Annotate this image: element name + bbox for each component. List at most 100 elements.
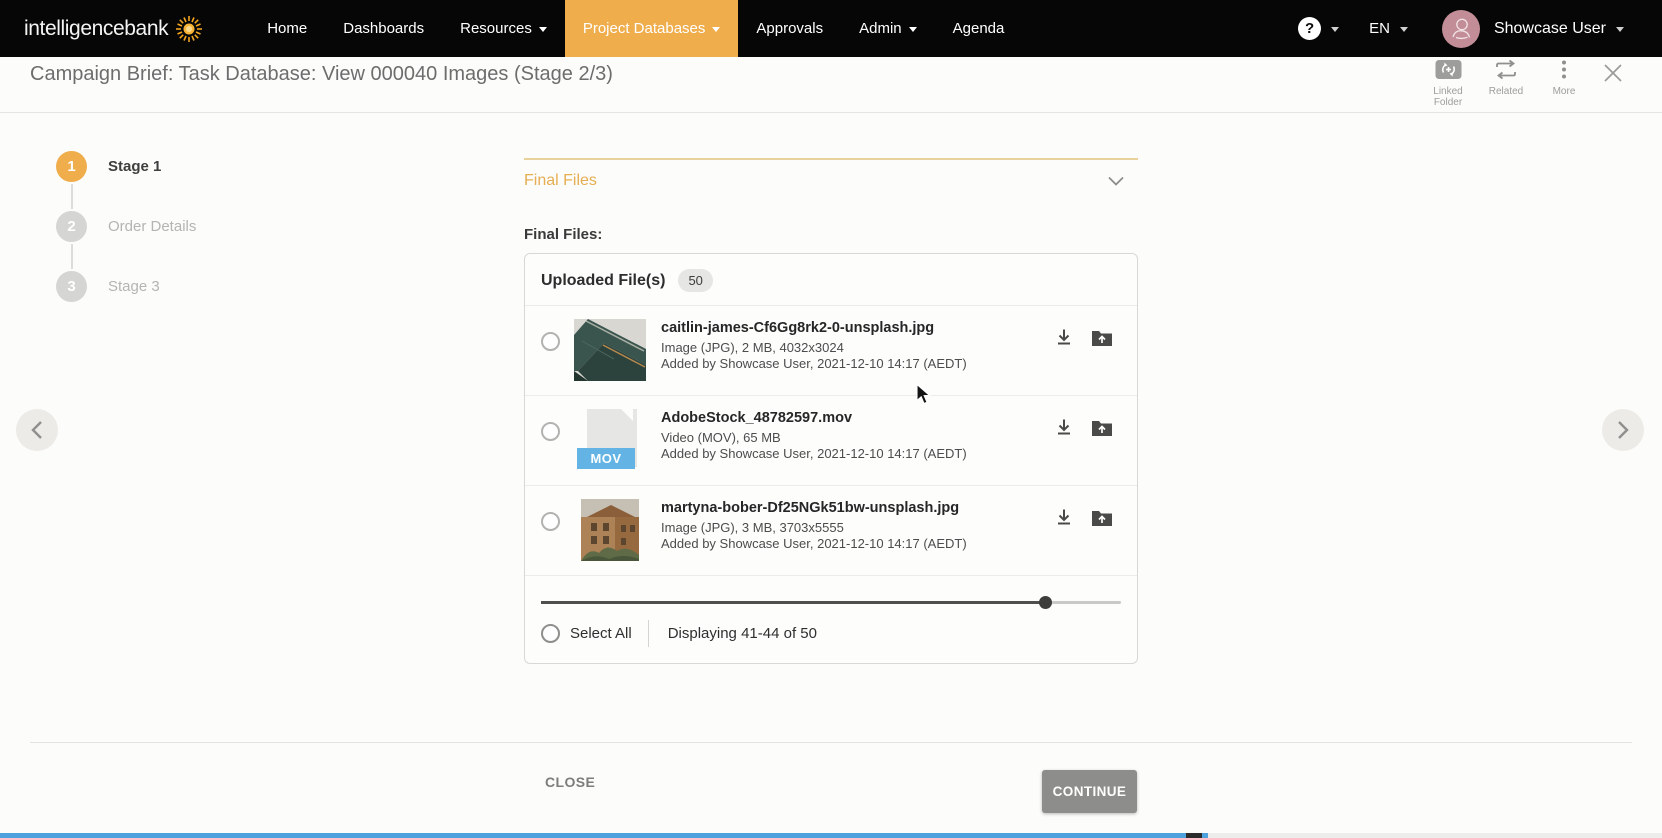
user-menu[interactable]: Showcase User <box>1494 20 1606 38</box>
nav-item-label: Resources <box>460 20 532 37</box>
nav-item-label: Home <box>267 20 307 37</box>
file-thumbnail[interactable] <box>574 499 646 561</box>
navbar-right-cluster: ? EN Showcase User <box>1298 10 1636 48</box>
user-chevron-down-icon[interactable] <box>1616 27 1624 32</box>
continue-button[interactable]: CONTINUE <box>1042 770 1137 813</box>
file-select-checkbox[interactable] <box>541 422 560 441</box>
file-info: AdobeStock_48782597.mov Video (MOV), 65 … <box>661 409 1054 461</box>
close-button[interactable]: CLOSE <box>545 774 595 790</box>
previous-record-button[interactable] <box>16 409 58 451</box>
uploaded-files-footer: Select All Displaying 41-44 of 50 <box>525 610 1137 663</box>
file-added-by: Added by Showcase User, 2021-12-10 14:17… <box>661 446 1054 462</box>
file-name: AdobeStock_48782597.mov <box>661 410 1054 426</box>
file-actions <box>1054 507 1121 527</box>
header-divider <box>0 112 1662 113</box>
step-label: Stage 3 <box>108 278 160 295</box>
bottom-blue-bar <box>0 833 1208 838</box>
form-content: Final Files Final Files: Uploaded File(s… <box>524 150 1138 664</box>
next-record-button[interactable] <box>1602 409 1644 451</box>
language-chevron-down-icon[interactable] <box>1400 27 1408 32</box>
step-connector <box>71 184 73 209</box>
stepper-step-2[interactable]: 2 Order Details <box>56 211 196 242</box>
stepper-step-3[interactable]: 3 Stage 3 <box>56 271 196 302</box>
stepper-step-1[interactable]: 1 Stage 1 <box>56 151 196 182</box>
add-to-folder-button[interactable] <box>1091 327 1113 347</box>
step-number-badge: 1 <box>56 151 87 182</box>
file-select-checkbox[interactable] <box>541 512 560 531</box>
nav-item-resources[interactable]: Resources <box>442 0 565 57</box>
nav-item-label: Dashboards <box>343 20 424 37</box>
chevron-down-icon <box>909 27 917 32</box>
pagination-slider[interactable] <box>541 601 1121 604</box>
file-added-by: Added by Showcase User, 2021-12-10 14:17… <box>661 356 1054 372</box>
download-button[interactable] <box>1054 507 1074 527</box>
section-collapse-chevron-down-icon[interactable] <box>1108 176 1124 186</box>
select-all-control[interactable]: Select All <box>541 624 632 643</box>
nav-item-project-databases[interactable]: Project Databases <box>565 0 739 57</box>
action-label: Linked Folder <box>1422 86 1474 108</box>
file-added-by: Added by Showcase User, 2021-12-10 14:17… <box>661 536 1054 552</box>
add-to-folder-button[interactable] <box>1091 417 1113 437</box>
nav-item-agenda[interactable]: Agenda <box>935 0 1023 57</box>
add-to-folder-button[interactable] <box>1091 507 1113 527</box>
logo-text: intelligencebank <box>24 17 168 41</box>
select-all-checkbox <box>541 624 560 643</box>
file-meta: Video (MOV), 65 MB <box>661 430 1054 446</box>
section-title: Final Files <box>524 172 597 190</box>
file-row: martyna-bober-Df25NGk51bw-unsplash.jpg I… <box>525 486 1137 576</box>
nav-item-home[interactable]: Home <box>249 0 325 57</box>
mov-badge: MOV <box>577 448 635 469</box>
linked-folder-button[interactable]: Linked Folder <box>1422 59 1474 108</box>
file-actions <box>1054 327 1121 347</box>
file-info: caitlin-james-Cf6Gg8rk2-0-unsplash.jpg I… <box>661 319 1054 371</box>
step-number-badge: 2 <box>56 211 87 242</box>
help-chevron-down-icon[interactable] <box>1331 27 1339 32</box>
step-connector <box>71 244 73 269</box>
sun-logo-icon <box>175 15 203 43</box>
slider-handle[interactable] <box>1039 596 1052 609</box>
step-label: Stage 1 <box>108 158 161 175</box>
action-label: Related <box>1489 86 1523 97</box>
file-select-checkbox[interactable] <box>541 332 560 351</box>
more-button[interactable]: More <box>1538 59 1590 108</box>
related-button[interactable]: Related <box>1480 59 1532 108</box>
app-window: intelligencebank <box>0 0 1662 838</box>
help-icon[interactable]: ? <box>1298 17 1321 40</box>
linked-folder-icon <box>1435 59 1462 80</box>
file-name: martyna-bober-Df25NGk51bw-unsplash.jpg <box>661 500 1054 516</box>
paging-status: Displaying 41-44 of 50 <box>668 625 817 642</box>
footer-divider <box>648 620 649 647</box>
related-icon <box>1493 59 1519 80</box>
top-navbar: intelligencebank <box>0 0 1662 57</box>
nav-item-approvals[interactable]: Approvals <box>738 0 841 57</box>
select-all-label: Select All <box>570 625 632 642</box>
section-top-border <box>524 158 1138 160</box>
nav-item-label: Project Databases <box>583 20 706 37</box>
language-selector[interactable]: EN <box>1369 20 1390 37</box>
file-actions <box>1054 417 1121 437</box>
nav-item-label: Admin <box>859 20 902 37</box>
nav-item-label: Agenda <box>953 20 1005 37</box>
file-thumbnail[interactable] <box>574 319 646 381</box>
action-label: More <box>1553 86 1576 97</box>
pagination-slider-row <box>525 576 1137 610</box>
file-row: caitlin-james-Cf6Gg8rk2-0-unsplash.jpg I… <box>525 306 1137 396</box>
chevron-down-icon <box>712 27 720 32</box>
close-icon[interactable] <box>1602 62 1624 84</box>
footer-divider-line <box>30 742 1632 743</box>
stage-stepper: 1 Stage 1 2 Order Details 3 Stage 3 <box>56 151 196 302</box>
download-button[interactable] <box>1054 327 1074 347</box>
main-navigation: Home Dashboards Resources Project Databa… <box>249 0 1022 57</box>
nav-item-dashboards[interactable]: Dashboards <box>325 0 442 57</box>
nav-item-admin[interactable]: Admin <box>841 0 935 57</box>
slider-fill <box>541 601 1046 604</box>
avatar[interactable] <box>1442 10 1480 48</box>
uploaded-files-header: Uploaded File(s) 50 <box>525 254 1137 306</box>
step-label: Order Details <box>108 218 196 235</box>
intelligencebank-logo[interactable]: intelligencebank <box>24 15 203 43</box>
chevron-down-icon <box>539 27 547 32</box>
download-button[interactable] <box>1054 417 1074 437</box>
file-thumbnail[interactable]: MOV <box>574 409 646 471</box>
file-count-badge: 50 <box>678 269 712 292</box>
mov-file-icon: MOV <box>577 409 643 471</box>
